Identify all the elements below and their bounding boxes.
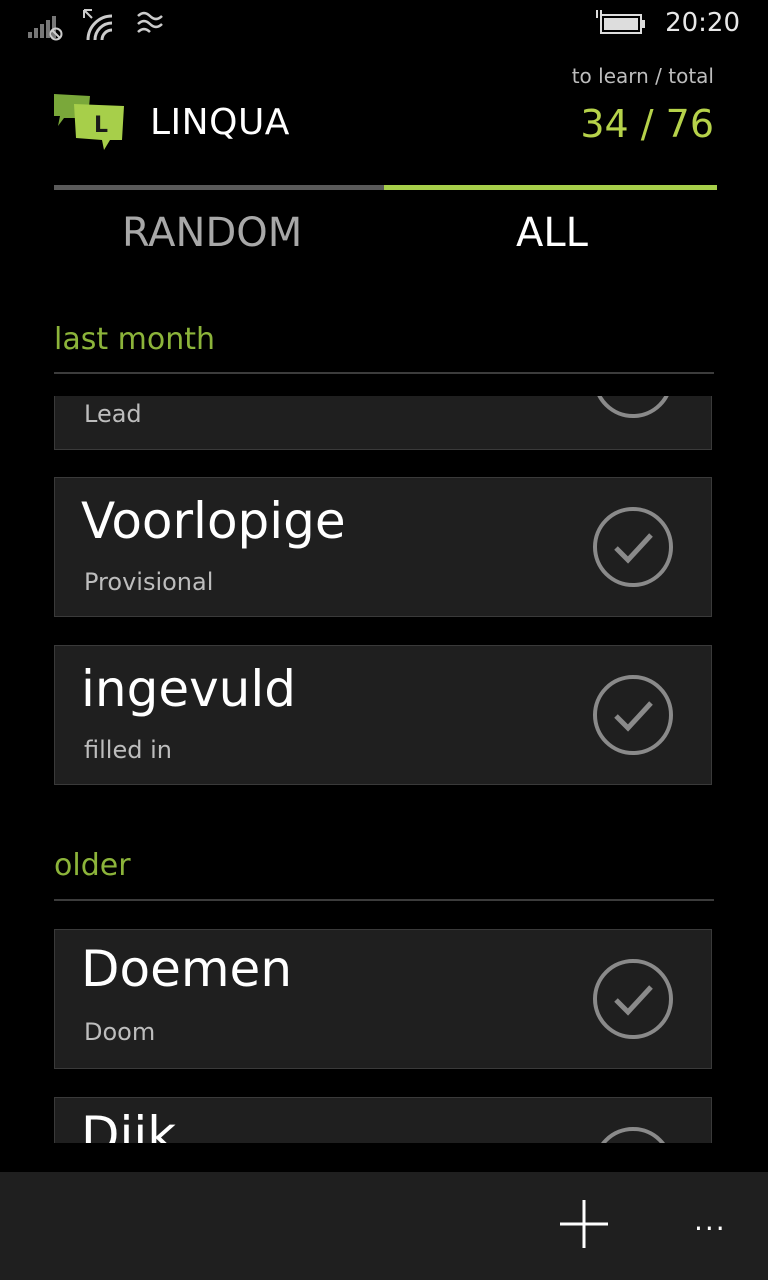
checkmark-circle-icon[interactable] [593, 675, 673, 755]
svg-text:L: L [94, 113, 108, 138]
wifi-icon [83, 9, 113, 41]
checkmark-circle-icon[interactable] [593, 1127, 673, 1143]
app-bar: ··· [0, 1172, 768, 1280]
app-title: LINQUA [150, 102, 290, 143]
tab-indicator-active [384, 185, 717, 190]
card-translation: filled in [84, 736, 172, 764]
card-translation: Doom [84, 1018, 156, 1046]
linqua-logo-icon: L [54, 94, 124, 150]
group-divider [54, 372, 714, 374]
app-header: L LINQUA to learn / total 34 / 76 [54, 62, 714, 172]
word-card[interactable]: Doemen Doom [54, 929, 712, 1069]
battery-charging-icon [596, 10, 646, 34]
plus-icon[interactable] [556, 1196, 612, 1252]
signal-icon [28, 16, 63, 41]
data-transfer-icon [137, 11, 163, 33]
word-list[interactable]: last month Lead Voorlopige Provisional i… [0, 300, 768, 1143]
checkmark-circle-icon[interactable] [593, 507, 673, 587]
group-header-last-month: last month [54, 322, 216, 357]
word-card[interactable]: Voorlopige Provisional [54, 477, 712, 617]
tab-random[interactable]: RANDOM [122, 210, 302, 256]
checkmark-circle-icon[interactable] [593, 959, 673, 1039]
group-divider [54, 899, 714, 901]
counter-label: to learn / total [571, 64, 714, 88]
card-translation: Provisional [84, 568, 214, 596]
word-card[interactable]: ingevuld filled in [54, 645, 712, 785]
word-card[interactable]: Dijk [54, 1097, 712, 1143]
group-header-older: older [54, 848, 131, 883]
card-translation: Lead [84, 400, 142, 428]
clock: 20:20 [665, 8, 740, 38]
tab-all[interactable]: ALL [516, 210, 588, 256]
card-word: Voorlopige [81, 492, 346, 550]
card-word: ingevuld [81, 660, 296, 718]
more-options-button[interactable]: ··· [694, 1212, 734, 1245]
card-word: Dijk [81, 1106, 177, 1143]
counter-value: 34 / 76 [580, 102, 714, 146]
card-word: Doemen [81, 940, 293, 998]
word-card[interactable]: Lead [54, 396, 712, 450]
checkmark-circle-icon[interactable] [593, 396, 673, 418]
status-bar: 20:20 [0, 0, 768, 52]
tab-indicator-inactive [54, 185, 384, 190]
